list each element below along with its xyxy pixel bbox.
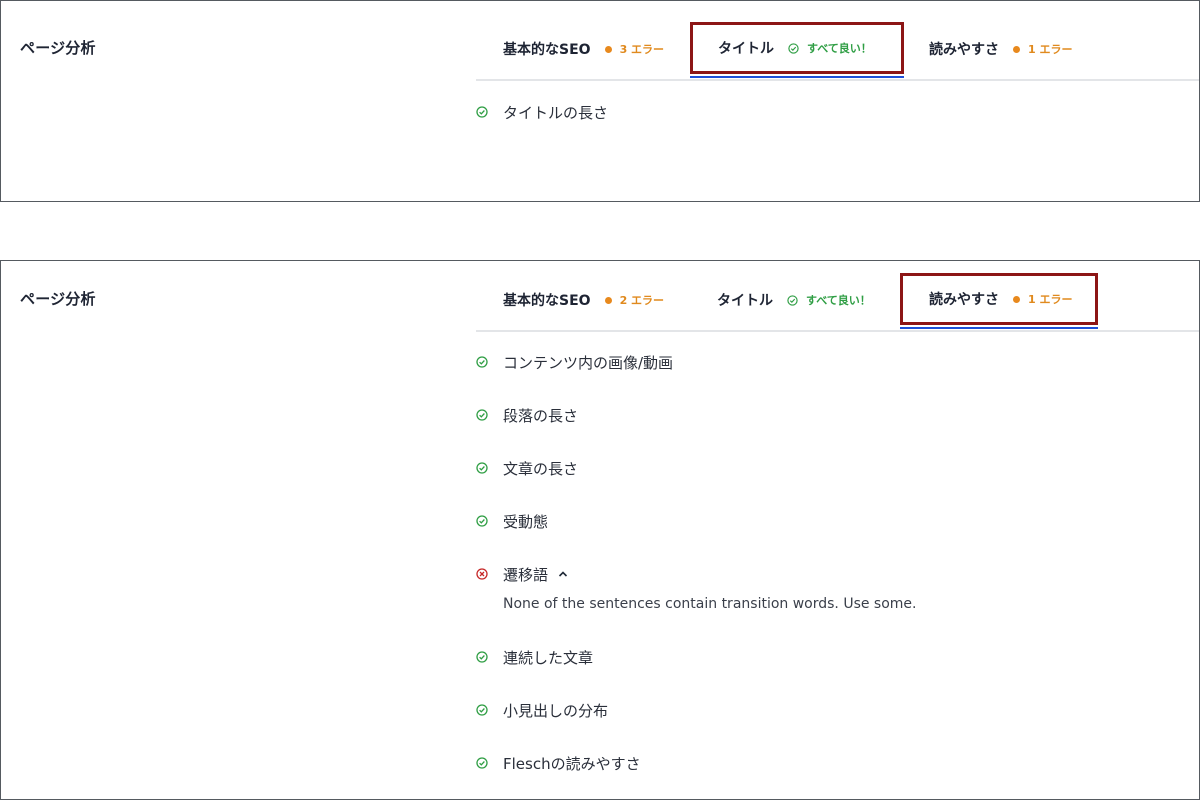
tab-title[interactable]: タイトル すべて良い！ <box>717 270 907 330</box>
tab-label: 読みやすさ <box>929 42 999 58</box>
item-label: Fleschの読みやすさ <box>503 754 641 773</box>
x-circle-icon <box>476 568 488 580</box>
item-label: 遷移語 <box>503 565 549 584</box>
chevron-up-icon[interactable] <box>558 570 568 578</box>
item-label: タイトルの長さ <box>503 103 609 122</box>
item-label: コンテンツ内の画像/動画 <box>503 353 674 372</box>
tab-status: 1 エラー <box>1013 41 1072 57</box>
list-item-expanded[interactable]: 遷移語 <box>476 561 1199 587</box>
tab-label: タイトル <box>717 293 773 309</box>
tab-status: 2 エラー <box>604 292 665 308</box>
dot-icon <box>604 296 612 304</box>
list-item[interactable]: 連続した文章 <box>476 644 1199 670</box>
item-label: 段落の長さ <box>503 406 579 425</box>
dot-icon <box>1013 45 1020 53</box>
tab-status-text: 1 エラー <box>1028 43 1073 56</box>
tab-title[interactable]: タイトル すべて良い！ <box>690 22 904 78</box>
analysis-list: タイトルの長さ <box>476 99 1199 152</box>
tab-readability[interactable]: 読みやすさ 1 エラー <box>900 273 1098 329</box>
item-label: 受動態 <box>503 512 549 531</box>
dot-icon <box>1013 295 1020 303</box>
page-analysis-panel-top: ページ分析 基本的なSEO 3 エラー タイトル すべて良い！ 読みやすさ 1 … <box>0 0 1200 202</box>
tab-status-text: すべて良い！ <box>806 294 871 307</box>
check-circle-icon <box>788 42 799 54</box>
page-analysis-panel-bottom: ページ分析 基本的なSEO 2 エラー タイトル すべて良い！ 読みやすさ 1 … <box>0 260 1200 800</box>
list-item[interactable]: 文章の長さ <box>476 455 1199 481</box>
tab-bar: 基本的なSEO 2 エラー タイトル すべて良い！ 読みやすさ 1 エラー <box>476 270 1199 332</box>
analysis-list: コンテンツ内の画像/動画 段落の長さ 文章の長さ 受動態 遷移語 None of… <box>476 349 1199 803</box>
check-circle-icon <box>476 651 488 663</box>
list-item[interactable]: 受動態 <box>476 508 1199 534</box>
item-detail-text: None of the sentences contain transition… <box>503 596 917 612</box>
panel-title: ページ分析 <box>20 39 96 57</box>
tab-readability[interactable]: 読みやすさ 1 エラー <box>929 19 1119 79</box>
panel-title: ページ分析 <box>20 290 96 308</box>
check-circle-icon <box>476 106 488 118</box>
tab-bar: 基本的なSEO 3 エラー タイトル すべて良い！ 読みやすさ 1 エラー <box>476 19 1199 81</box>
tab-status-text: すべて良い！ <box>807 42 872 55</box>
item-label: 小見出しの分布 <box>503 701 609 720</box>
tab-status: 1 エラー <box>1013 291 1072 307</box>
tab-status: 3 エラー <box>604 41 665 57</box>
tab-status-text: 2 エラー <box>619 294 665 307</box>
item-label: 文章の長さ <box>503 459 579 478</box>
tab-status-text: 1 エラー <box>1028 293 1073 306</box>
tab-label: タイトル <box>718 41 774 57</box>
tab-status: すべて良い！ <box>788 40 872 56</box>
tab-status: すべて良い！ <box>787 292 871 308</box>
tab-label: 基本的なSEO <box>503 293 591 309</box>
list-item[interactable]: 段落の長さ <box>476 402 1199 428</box>
tab-label: 読みやすさ <box>929 292 999 308</box>
tab-basic-seo[interactable]: 基本的なSEO 2 エラー <box>503 270 693 330</box>
tab-label: 基本的なSEO <box>503 42 591 58</box>
list-item[interactable]: コンテンツ内の画像/動画 <box>476 349 1199 375</box>
list-item[interactable]: 小見出しの分布 <box>476 697 1199 723</box>
check-circle-icon <box>476 409 488 421</box>
check-circle-icon <box>476 356 488 368</box>
dot-icon <box>604 45 612 53</box>
check-circle-icon <box>476 462 488 474</box>
check-circle-icon <box>476 757 488 769</box>
list-item[interactable]: タイトルの長さ <box>476 99 1199 125</box>
check-circle-icon <box>476 515 488 527</box>
tab-status-text: 3 エラー <box>619 43 665 56</box>
tab-basic-seo[interactable]: 基本的なSEO 3 エラー <box>503 19 693 79</box>
check-circle-icon <box>476 704 488 716</box>
list-item[interactable]: Fleschの読みやすさ <box>476 750 1199 776</box>
check-circle-icon <box>787 294 798 306</box>
item-label: 連続した文章 <box>503 648 594 667</box>
